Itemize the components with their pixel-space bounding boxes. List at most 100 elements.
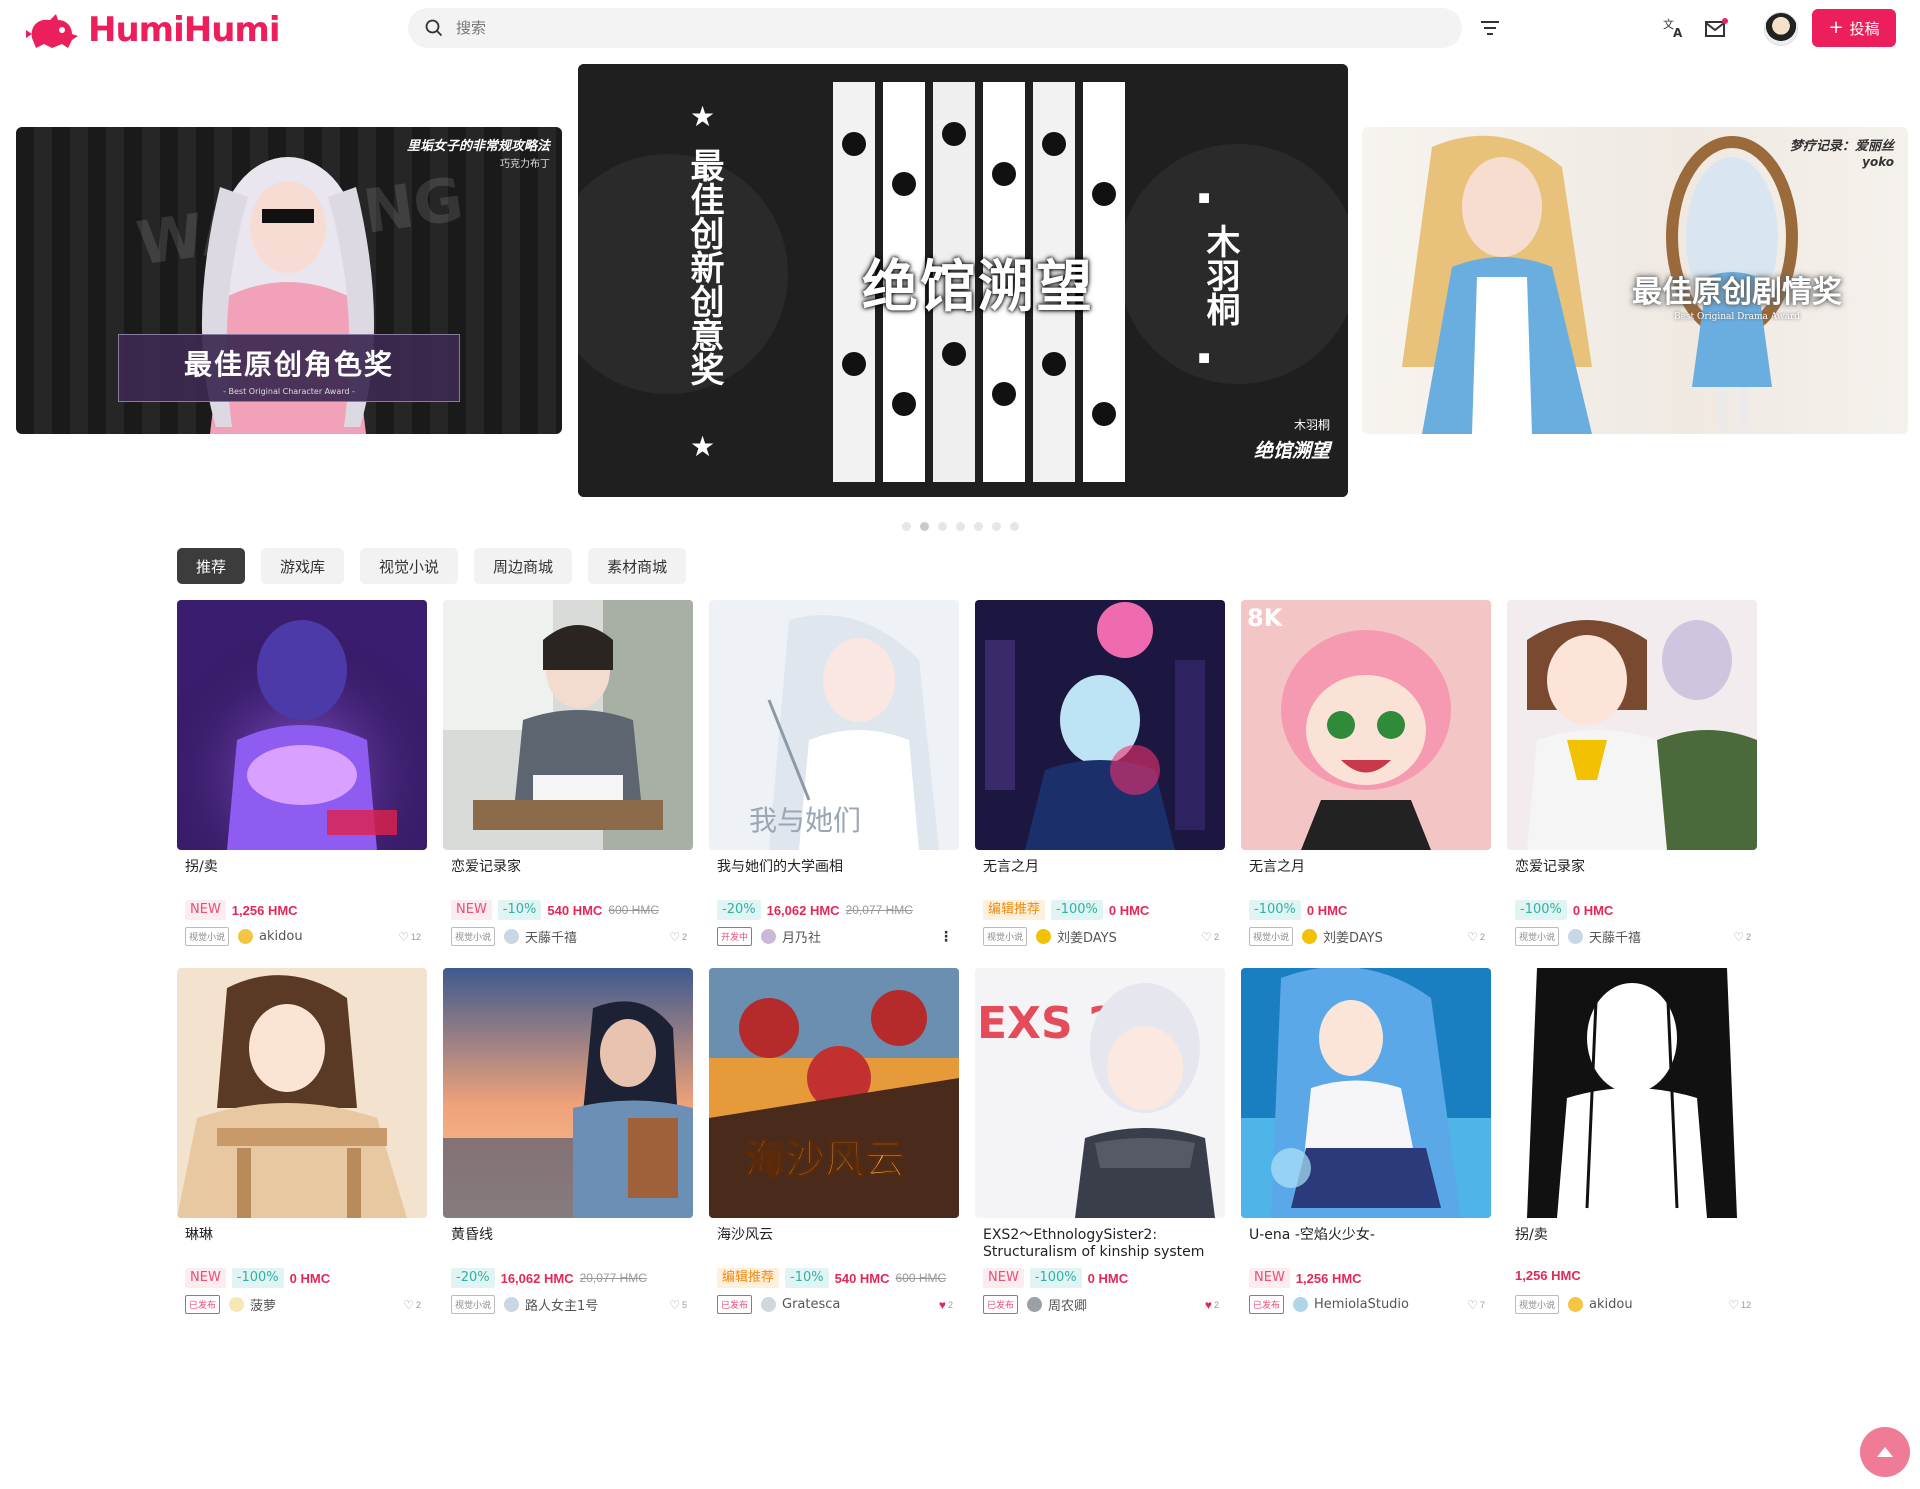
like-button[interactable]: ♡ 2 xyxy=(1201,930,1219,944)
user-avatar[interactable] xyxy=(1764,12,1798,46)
more-options-icon[interactable]: ⋮ xyxy=(939,928,953,945)
creator-avatar[interactable] xyxy=(1568,929,1584,944)
like-button[interactable]: ♡ 2 xyxy=(1467,930,1485,944)
like-button[interactable]: ♥ 2 xyxy=(1205,1298,1219,1312)
creator-name[interactable]: 刘姜DAYS xyxy=(1057,927,1117,946)
game-cover-image[interactable]: 我与她们 xyxy=(709,600,959,850)
creator-avatar[interactable] xyxy=(1027,1297,1043,1312)
game-title[interactable]: 我与她们的大学画相 xyxy=(717,859,959,893)
game-card[interactable]: 海沙风云 海沙风云 编辑推荐 -10% 540 HMC 600 HMC 已发布 G… xyxy=(709,968,959,1318)
game-card[interactable]: EXS 2 EXS2～EthnologySister2: Structurali… xyxy=(975,968,1225,1318)
carousel-dot[interactable] xyxy=(956,522,965,531)
tab-merch-store[interactable]: 周边商城 xyxy=(474,548,573,584)
game-cover-image[interactable] xyxy=(443,968,693,1218)
like-button[interactable]: ♡ 2 xyxy=(669,930,687,944)
creator-name[interactable]: 菠萝 xyxy=(250,1295,276,1314)
back-to-top-button[interactable] xyxy=(1860,1427,1910,1477)
tab-visual-novel[interactable]: 视觉小说 xyxy=(360,548,459,584)
like-button[interactable]: ♡ 7 xyxy=(1467,1298,1485,1312)
tab-recommended[interactable]: 推荐 xyxy=(177,548,246,584)
game-card[interactable]: 恋爱记录家 NEW -10% 540 HMC 600 HMC 视觉小说 天藤千禧 … xyxy=(443,600,693,950)
tab-game-library[interactable]: 游戏库 xyxy=(261,548,345,584)
meta-row: 已发布 菠萝 ♡ 2 xyxy=(185,1295,421,1314)
creator-name[interactable]: 周农卿 xyxy=(1048,1295,1087,1314)
game-title[interactable]: 恋爱记录家 xyxy=(1515,859,1757,893)
creator-name[interactable]: akidou xyxy=(259,929,303,944)
creator-name[interactable]: 路人女主1号 xyxy=(525,1295,598,1314)
creator-avatar[interactable] xyxy=(761,929,777,944)
site-logo[interactable]: HumiHumi xyxy=(22,6,280,54)
creator-avatar[interactable] xyxy=(1293,1297,1309,1312)
like-button[interactable]: ♡ 2 xyxy=(1733,930,1751,944)
creator-name[interactable]: akidou xyxy=(1589,1297,1633,1312)
game-title[interactable]: 黄昏线 xyxy=(451,1227,693,1261)
submit-button[interactable]: + 投稿 xyxy=(1812,9,1896,47)
banner-left[interactable]: WARNING 里垢女子的非常规攻略法 巧克力布丁 最佳原创角色奖 - Best… xyxy=(16,127,562,434)
like-button[interactable]: ♡ 5 xyxy=(669,1298,687,1312)
game-cover-image[interactable]: 8K xyxy=(1241,600,1491,850)
creator-avatar[interactable] xyxy=(1036,929,1052,944)
carousel-dot[interactable] xyxy=(992,522,1001,531)
game-cover-image[interactable]: EXS 2 xyxy=(975,968,1225,1218)
like-button[interactable]: ♡ 12 xyxy=(398,930,421,944)
like-button[interactable]: ♡ 12 xyxy=(1728,1298,1751,1312)
carousel-dot[interactable] xyxy=(902,522,911,531)
tab-asset-store[interactable]: 素材商城 xyxy=(588,548,687,584)
game-cover-image[interactable] xyxy=(177,600,427,850)
carousel-dot[interactable] xyxy=(920,522,929,531)
game-card[interactable]: 我与她们 我与她们的大学画相 -20% 16,062 HMC 20,077 HM… xyxy=(709,600,959,950)
creator-avatar[interactable] xyxy=(229,1297,245,1312)
game-cover-image[interactable] xyxy=(975,600,1225,850)
game-title[interactable]: 无言之月 xyxy=(983,859,1225,893)
creator-avatar[interactable] xyxy=(504,929,520,944)
game-title[interactable]: 无言之月 xyxy=(1249,859,1491,893)
search-input[interactable] xyxy=(454,18,1358,38)
like-button[interactable]: ♥ 2 xyxy=(939,1298,953,1312)
price-row: -20% 16,062 HMC 20,077 HMC xyxy=(451,1268,647,1288)
creator-avatar[interactable] xyxy=(1302,929,1318,944)
game-card[interactable]: 无言之月 编辑推荐 -100% 0 HMC 视觉小说 刘姜DAYS ♡ 2 xyxy=(975,600,1225,950)
creator-avatar[interactable] xyxy=(238,929,254,944)
game-cover-image[interactable] xyxy=(1507,600,1757,850)
creator-name[interactable]: 天藤千禧 xyxy=(525,927,577,946)
game-title[interactable]: 琳琳 xyxy=(185,1227,427,1261)
game-title[interactable]: U-ena -空焰火少女- xyxy=(1249,1227,1491,1261)
creator-avatar[interactable] xyxy=(504,1297,520,1312)
game-cover-image[interactable] xyxy=(1241,968,1491,1218)
creator-name[interactable]: HemiolaStudio xyxy=(1314,1297,1409,1312)
game-card[interactable]: U-ena -空焰火少女- NEW 1,256 HMC 已发布 HemiolaS… xyxy=(1241,968,1491,1318)
creator-name[interactable]: 刘姜DAYS xyxy=(1323,927,1383,946)
game-card[interactable]: 拐/卖 NEW 1,256 HMC 视觉小说 akidou ♡ 12 xyxy=(177,600,427,950)
game-cover-image[interactable] xyxy=(443,600,693,850)
like-count: 2 xyxy=(1479,931,1485,942)
carousel-dot[interactable] xyxy=(1010,522,1019,531)
game-title[interactable]: 恋爱记录家 xyxy=(451,859,693,893)
creator-name[interactable]: 月乃社 xyxy=(782,927,821,946)
banner-center[interactable]: ■ ■ 绝馆溯望 ★ 最佳创新创意奖 ★ 木羽桐 木羽桐 绝馆溯望 xyxy=(578,64,1348,497)
game-title[interactable]: 拐/卖 xyxy=(185,859,427,893)
game-cover-image[interactable] xyxy=(177,968,427,1218)
game-card[interactable]: 恋爱记录家 -100% 0 HMC 视觉小说 天藤千禧 ♡ 2 xyxy=(1507,600,1757,950)
creator-name[interactable]: 天藤千禧 xyxy=(1589,927,1641,946)
creator-name[interactable]: Gratesca xyxy=(782,1297,840,1312)
like-button[interactable]: ♡ 2 xyxy=(403,1298,421,1312)
game-card[interactable]: 8K 无言之月 -100% 0 HMC 视觉小说 刘姜DAYS ♡ 2 xyxy=(1241,600,1491,950)
game-title[interactable]: 拐/卖 xyxy=(1515,1227,1757,1261)
game-cover-image[interactable]: 海沙风云 xyxy=(709,968,959,1218)
carousel-dot[interactable] xyxy=(938,522,947,531)
creator-avatar[interactable] xyxy=(1568,1297,1584,1312)
messages-button[interactable] xyxy=(1702,14,1730,42)
banner-right[interactable]: 梦疗记录：爱丽丝 yoko 最佳原创剧情奖 Best Original Dram… xyxy=(1362,127,1908,434)
filter-button[interactable] xyxy=(1476,14,1504,42)
game-card[interactable]: 琳琳 NEW -100% 0 HMC 已发布 菠萝 ♡ 2 xyxy=(177,968,427,1318)
game-title[interactable]: 海沙风云 xyxy=(717,1227,959,1261)
translate-button[interactable]: 文 A xyxy=(1660,14,1688,42)
carousel-dot[interactable] xyxy=(974,522,983,531)
game-title[interactable]: EXS2～EthnologySister2: Structuralism of … xyxy=(983,1227,1225,1261)
game-card[interactable]: 黄昏线 -20% 16,062 HMC 20,077 HMC 视觉小说 路人女主… xyxy=(443,968,693,1318)
creator-avatar[interactable] xyxy=(761,1297,777,1312)
game-cover-image[interactable] xyxy=(1507,968,1757,1218)
search-bar[interactable] xyxy=(408,8,1462,48)
game-card[interactable]: 拐/卖 1,256 HMC 视觉小说 akidou ♡ 12 xyxy=(1507,968,1757,1318)
category-tabs: 推荐 游戏库 视觉小说 周边商城 素材商城 xyxy=(177,548,687,584)
